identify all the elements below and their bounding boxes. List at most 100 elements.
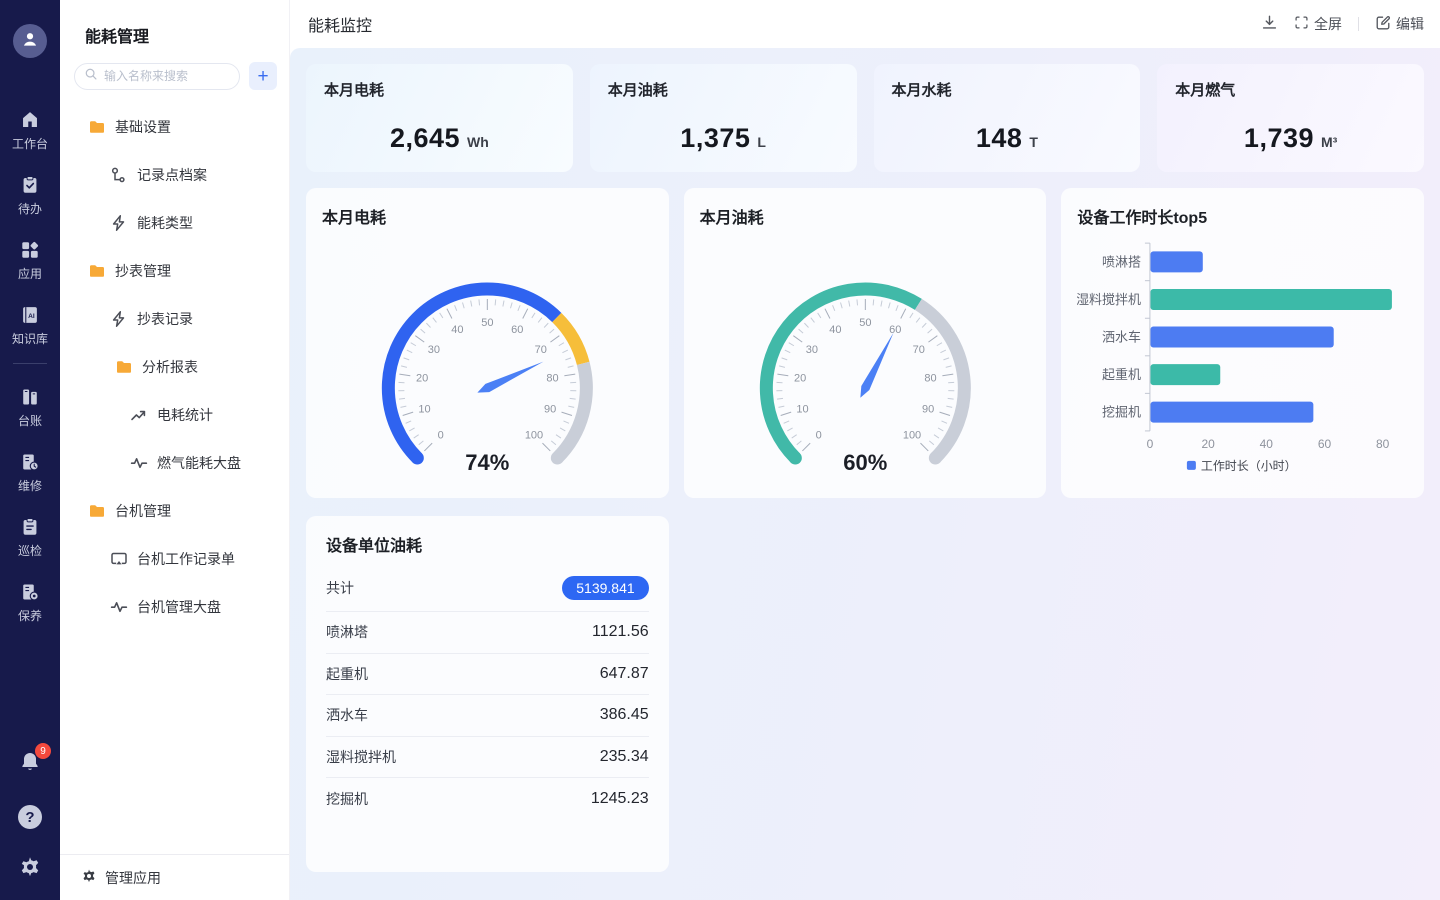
card-title: 本月电耗: [322, 204, 653, 228]
rail-item-apps[interactable]: 应用: [0, 238, 60, 282]
folder-icon: [88, 262, 106, 280]
tree-item[interactable]: 记录点档案: [60, 151, 289, 199]
svg-text:0: 0: [815, 430, 821, 442]
stat-card: 本月电耗 2,645 Wh: [306, 64, 573, 172]
tree-item[interactable]: 台机工作记录单: [60, 535, 289, 583]
svg-text:工作时长（小时）: 工作时长（小时）: [1201, 459, 1297, 473]
svg-text:30: 30: [805, 344, 817, 356]
rail-item-label: 工作台: [12, 135, 48, 152]
tree-item[interactable]: 基础设置: [60, 103, 289, 151]
stat-card: 本月水耗148T: [874, 64, 1141, 172]
manage-apps-button[interactable]: 管理应用: [60, 854, 289, 900]
tree-item[interactable]: 抄表记录: [60, 295, 289, 343]
tree-item-label: 抄表记录: [137, 309, 193, 329]
sidebar-title: 能耗管理: [60, 0, 289, 47]
table-total-row: 共计 5139.841: [326, 564, 649, 612]
rail-item-workbench[interactable]: 工作台: [0, 108, 60, 152]
bell-icon: [18, 761, 42, 778]
svg-text:60: 60: [1318, 437, 1332, 451]
tree-item[interactable]: 分析报表: [60, 343, 289, 391]
stat-title: 本月油耗: [608, 79, 839, 100]
download-button[interactable]: [1261, 14, 1278, 34]
ai-book-icon: AI: [18, 303, 42, 327]
svg-text:20: 20: [416, 373, 428, 385]
notifications-button[interactable]: 9: [18, 750, 42, 779]
point-icon: [110, 166, 128, 184]
stat-value-row: 1,375L: [608, 123, 839, 154]
rail-nav-secondary: 台账维修巡检保养: [0, 364, 60, 624]
svg-text:0: 0: [438, 430, 444, 442]
svg-text:60: 60: [889, 324, 901, 336]
rail-item-repair[interactable]: 维修: [0, 450, 60, 494]
row-label: 起重机: [326, 664, 368, 684]
rail-item-todo[interactable]: 待办: [0, 173, 60, 217]
tree-item-label: 燃气能耗大盘: [157, 453, 241, 473]
svg-text:60: 60: [511, 324, 523, 336]
stat-title: 本月电耗: [324, 79, 555, 100]
repair-icon: [18, 450, 42, 474]
svg-text:AI: AI: [28, 313, 35, 320]
oil-gauge-chart: 010203040506070809010060%: [700, 230, 1031, 482]
rail-item-label: 知识库: [12, 330, 48, 347]
fullscreen-button[interactable]: 全屏: [1294, 14, 1342, 34]
tree-item[interactable]: 抄表管理: [60, 247, 289, 295]
bolt-icon: [110, 214, 128, 232]
search-icon: [84, 67, 98, 86]
table-row: 湿料搅拌机235.34: [326, 737, 649, 779]
notification-badge: 9: [35, 743, 51, 759]
tree-item-label: 基础设置: [115, 117, 171, 137]
svg-text:挖掘机: 挖掘机: [1102, 405, 1141, 420]
svg-text:80: 80: [924, 373, 936, 385]
stat-value-row: 148T: [892, 123, 1123, 154]
edit-label: 编辑: [1396, 14, 1424, 34]
card-title: 设备单位油耗: [326, 532, 649, 556]
row-label: 喷淋塔: [326, 622, 368, 642]
inspection-icon: [18, 515, 42, 539]
rail-bottom: 9 ?: [18, 750, 42, 900]
rail-item-knowledge[interactable]: AI 知识库: [0, 303, 60, 347]
stat-unit: Wh: [467, 134, 489, 150]
sidebar-tree: 基础设置记录点档案能耗类型抄表管理抄表记录分析报表电耗统计燃气能耗大盘台机管理台…: [60, 90, 289, 854]
stat-title: 本月燃气: [1175, 79, 1406, 100]
electricity-gauge-chart: 010203040506070809010074%: [322, 230, 653, 482]
row-value: 647.87: [600, 665, 649, 683]
svg-text:70: 70: [912, 344, 924, 356]
stat-card: 本月油耗 1,375L: [590, 64, 857, 172]
svg-text:30: 30: [428, 344, 440, 356]
edit-icon: [1375, 15, 1391, 34]
bolt-icon: [110, 310, 128, 328]
user-avatar[interactable]: [13, 24, 47, 58]
rail-item-ledger[interactable]: 台账: [0, 385, 60, 429]
card-title: 本月油耗: [700, 204, 1031, 228]
pulse-icon: [130, 454, 148, 472]
rail-item-inspection[interactable]: 巡检: [0, 515, 60, 559]
tree-item[interactable]: 台机管理大盘: [60, 583, 289, 631]
rail-item-label: 保养: [18, 607, 42, 624]
search-box[interactable]: [74, 63, 240, 90]
svg-text:40: 40: [1260, 437, 1274, 451]
svg-text:湿料搅拌机: 湿料搅拌机: [1077, 292, 1141, 307]
stat-value: 148: [976, 123, 1023, 153]
total-label: 共计: [326, 578, 354, 598]
tree-item[interactable]: 台机管理: [60, 487, 289, 535]
tree-item[interactable]: 能耗类型: [60, 199, 289, 247]
page-header: 能耗监控 全屏 编辑: [290, 0, 1440, 48]
edit-button[interactable]: 编辑: [1375, 14, 1424, 34]
table-row: 起重机 647.87: [326, 654, 649, 696]
rail-item-maintain[interactable]: 保养: [0, 580, 60, 624]
settings-button[interactable]: [18, 855, 42, 884]
row-value: 235.34: [600, 748, 649, 766]
row-value: 386.45: [600, 706, 649, 724]
gear-icon: [81, 868, 97, 887]
add-button[interactable]: +: [249, 62, 277, 90]
svg-text:60%: 60%: [843, 450, 887, 475]
pulse-icon: [110, 598, 128, 616]
fullscreen-label: 全屏: [1314, 14, 1342, 34]
tree-item[interactable]: 燃气能耗大盘: [60, 439, 289, 487]
tree-item[interactable]: 电耗统计: [60, 391, 289, 439]
stat-value: 2,645: [390, 123, 460, 153]
help-button[interactable]: ?: [18, 805, 42, 829]
fullscreen-icon: [1294, 15, 1309, 33]
dashboard-content: 本月电耗2,645Wh本月油耗1,375L本月水耗148T本月燃气1,739M³…: [290, 48, 1440, 900]
search-input[interactable]: [104, 69, 230, 83]
